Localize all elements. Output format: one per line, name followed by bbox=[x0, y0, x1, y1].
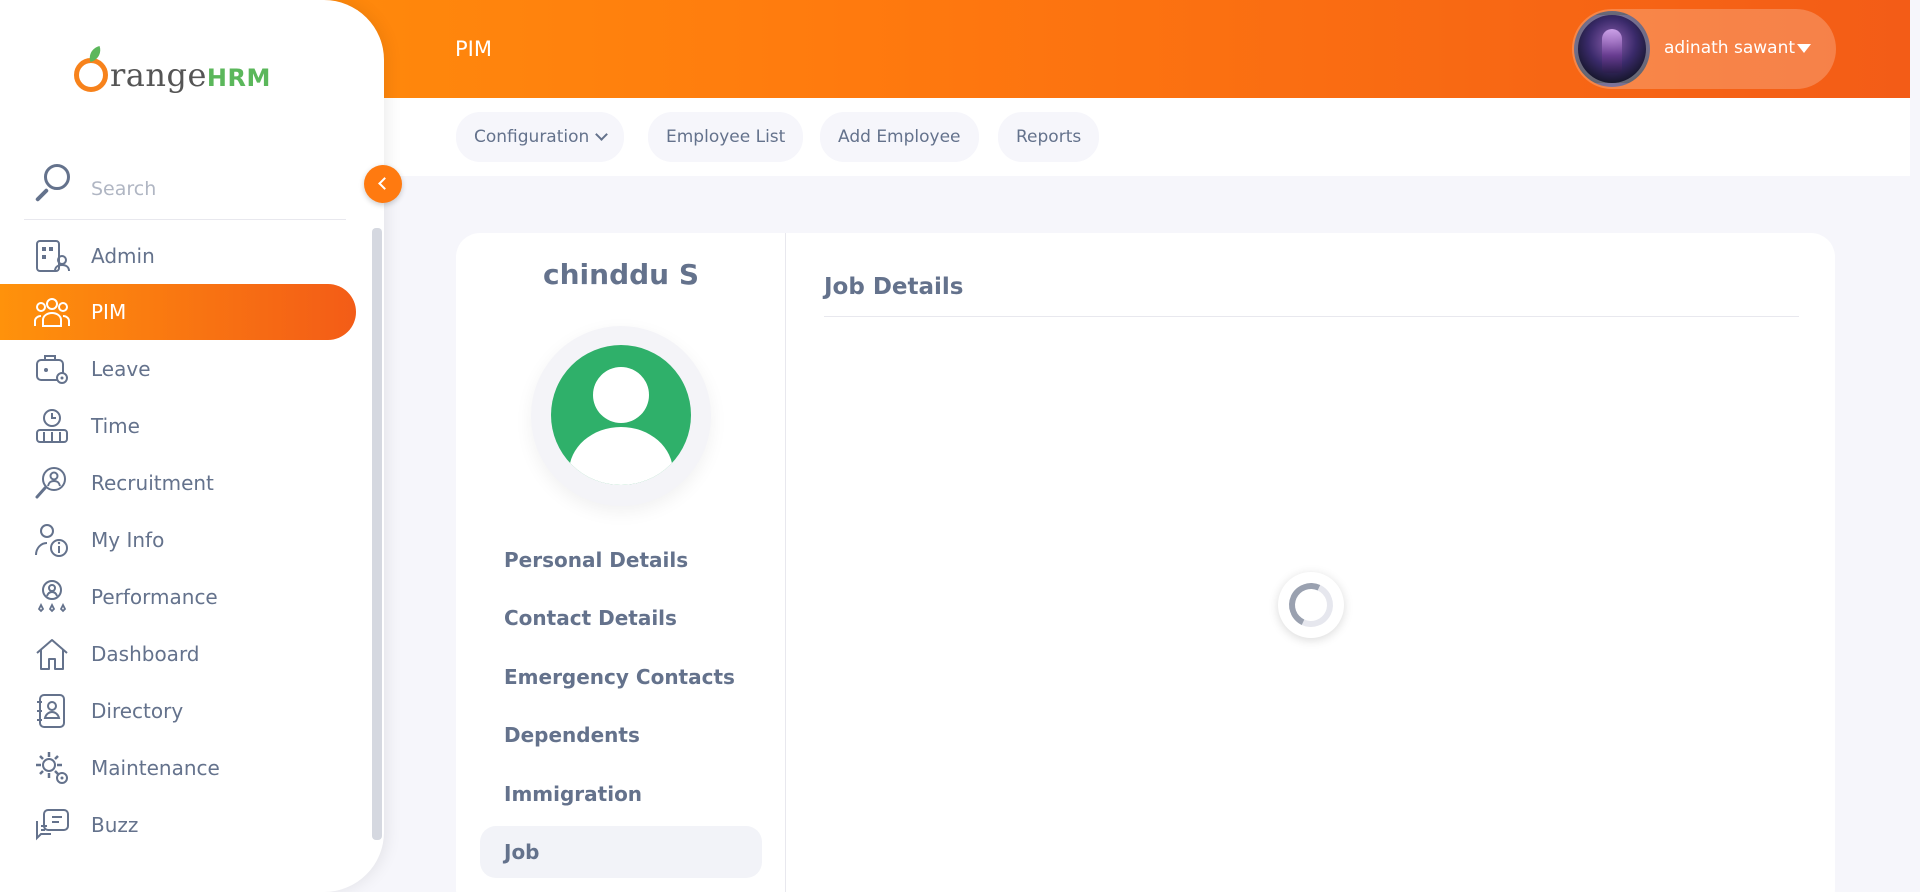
leave-icon bbox=[36, 355, 68, 384]
sidebar-item-my-info[interactable]: My Info bbox=[0, 512, 356, 568]
loading-spinner bbox=[1278, 572, 1344, 638]
brand-suffix: HRM bbox=[206, 64, 271, 92]
pim-icon bbox=[34, 298, 70, 327]
configuration-label: Configuration bbox=[474, 127, 590, 147]
tab-personal-details[interactable]: Personal Details bbox=[480, 534, 762, 586]
sidebar-search bbox=[24, 160, 346, 220]
sidebar-item-label: Leave bbox=[91, 357, 151, 381]
orange-logo-mark bbox=[74, 58, 108, 92]
sidebar-item-leave[interactable]: Leave bbox=[0, 341, 356, 397]
section-divider bbox=[824, 316, 1799, 317]
tab-emergency-contacts[interactable]: Emergency Contacts bbox=[480, 651, 762, 703]
tab-job[interactable]: Job bbox=[480, 826, 762, 878]
tab-label: Contact Details bbox=[504, 606, 677, 630]
sidebar-item-label: Dashboard bbox=[91, 642, 200, 666]
sidebar-scrollbar[interactable] bbox=[372, 228, 382, 840]
sidebar-item-label: My Info bbox=[91, 528, 165, 552]
tab-immigration[interactable]: Immigration bbox=[480, 768, 762, 820]
my-info-icon bbox=[35, 524, 68, 557]
employee-list-link[interactable]: Employee List bbox=[648, 112, 804, 162]
user-name[interactable]: adinath sawant bbox=[1664, 38, 1795, 58]
tab-label: Personal Details bbox=[504, 548, 689, 572]
sidebar-item-label: Time bbox=[91, 414, 140, 438]
admin-icon bbox=[36, 240, 70, 272]
tab-label: Job bbox=[504, 840, 540, 864]
sidebar-item-label: Performance bbox=[91, 585, 218, 609]
tab-label: Emergency Contacts bbox=[504, 665, 735, 689]
section-title: Job Details bbox=[824, 274, 964, 300]
directory-icon bbox=[37, 694, 65, 728]
chevron-left-icon bbox=[378, 177, 391, 190]
caret-down-icon[interactable] bbox=[1797, 44, 1811, 53]
tab-label: Dependents bbox=[504, 723, 640, 747]
buzz-icon bbox=[36, 809, 69, 841]
add-employee-link[interactable]: Add Employee bbox=[820, 112, 979, 162]
sidebar-item-label: Recruitment bbox=[91, 471, 214, 495]
time-icon bbox=[36, 409, 68, 443]
module-title: PIM bbox=[455, 37, 492, 61]
sidebar-item-pim[interactable]: PIM bbox=[0, 284, 356, 340]
sidebar-item-label: Admin bbox=[91, 244, 155, 268]
search-icon bbox=[34, 164, 70, 203]
sidebar-item-directory[interactable]: Directory bbox=[0, 683, 356, 739]
chevron-down-icon bbox=[595, 128, 609, 141]
sidebar-item-label: Buzz bbox=[91, 813, 139, 837]
sidebar-item-time[interactable]: Time bbox=[0, 398, 356, 454]
sidebar-item-maintenance[interactable]: Maintenance bbox=[0, 740, 356, 796]
sidebar-item-dashboard[interactable]: Dashboard bbox=[0, 626, 356, 682]
sidebar-item-admin[interactable]: Admin bbox=[0, 228, 356, 284]
tab-contact-details[interactable]: Contact Details bbox=[480, 592, 762, 644]
employee-name: chinddu S bbox=[543, 258, 699, 291]
configuration-menu[interactable]: Configuration bbox=[456, 112, 625, 162]
reports-link[interactable]: Reports bbox=[998, 112, 1100, 162]
tab-label: Immigration bbox=[504, 782, 643, 806]
sidebar-item-buzz[interactable]: Buzz bbox=[0, 797, 356, 853]
spinner-icon bbox=[1282, 576, 1340, 634]
performance-icon bbox=[37, 580, 67, 613]
maintenance-icon bbox=[36, 752, 68, 784]
profile-picture[interactable] bbox=[551, 345, 691, 485]
recruitment-icon bbox=[35, 467, 66, 499]
sidebar: rangeHRM Admin PIM Leave Time Recruitmen… bbox=[0, 0, 384, 892]
sidebar-item-label: PIM bbox=[91, 300, 127, 324]
sidebar-item-recruitment[interactable]: Recruitment bbox=[0, 455, 356, 511]
leaf-icon bbox=[86, 45, 104, 63]
sidebar-collapse-button[interactable] bbox=[364, 165, 402, 203]
dashboard-icon bbox=[36, 639, 68, 670]
tab-dependents[interactable]: Dependents bbox=[480, 709, 762, 761]
sidebar-item-label: Maintenance bbox=[91, 756, 220, 780]
user-avatar[interactable] bbox=[1574, 11, 1650, 87]
sidebar-item-label: Directory bbox=[91, 699, 184, 723]
brand-text: range bbox=[110, 56, 207, 94]
sidebar-item-performance[interactable]: Performance bbox=[0, 569, 356, 625]
search-input[interactable] bbox=[91, 172, 331, 206]
user-silhouette-icon bbox=[593, 367, 649, 423]
